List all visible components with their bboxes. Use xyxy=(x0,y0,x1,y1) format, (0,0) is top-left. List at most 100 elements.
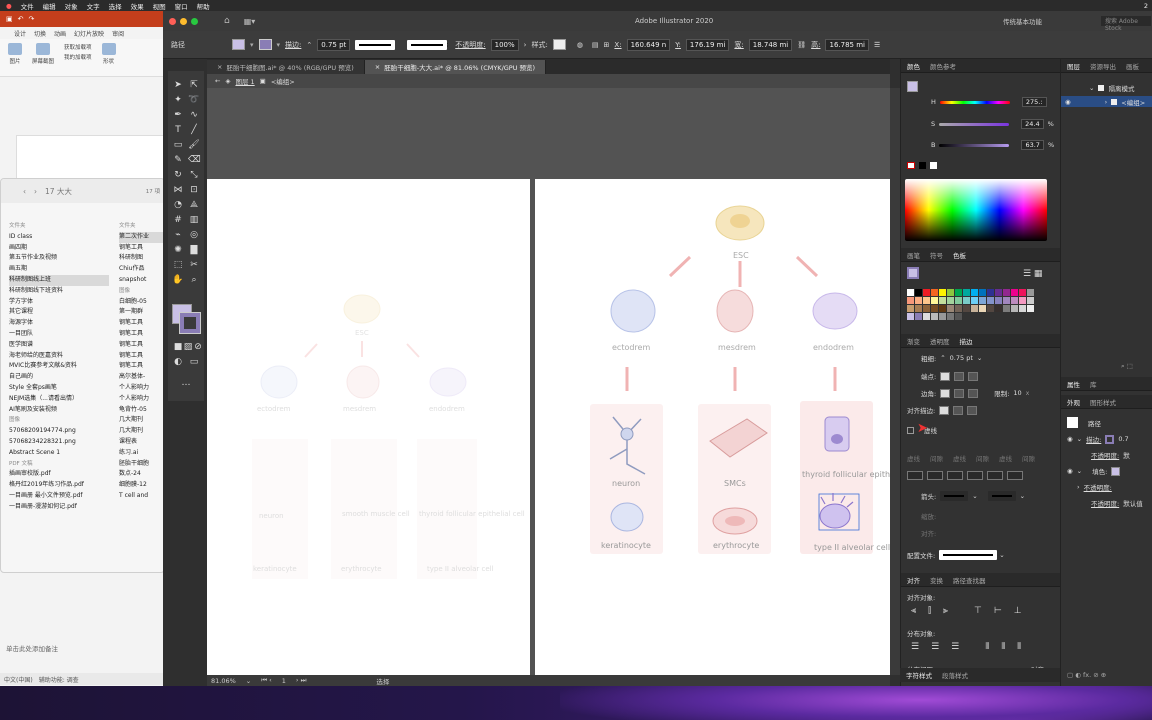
finder-folder-item[interactable]: 画四期 xyxy=(9,243,109,254)
swatch-grid[interactable] xyxy=(907,289,1034,320)
round-cap-button[interactable] xyxy=(954,371,965,381)
appearance-stroke-opacity[interactable]: 不透明度: 默 xyxy=(1091,450,1130,460)
swatch[interactable] xyxy=(907,305,914,312)
undo-icon[interactable]: ↶ xyxy=(18,15,24,23)
artboard-number[interactable]: 1 xyxy=(282,677,286,685)
stroke-weight-field[interactable]: 0.75 pt xyxy=(317,38,351,51)
tab-stroke[interactable]: 描边 xyxy=(960,336,973,346)
artboard-nav[interactable]: ⏮ ‹ xyxy=(261,676,272,685)
finder-file-item[interactable]: T cell and xyxy=(119,491,164,502)
swatch[interactable] xyxy=(1011,289,1018,296)
swatch[interactable] xyxy=(955,297,962,304)
swatch[interactable] xyxy=(923,313,930,320)
opacity-dropdown-icon[interactable]: › xyxy=(524,41,527,49)
swatch[interactable] xyxy=(1003,305,1010,312)
finder-file-item[interactable]: 插画审校版.pdf xyxy=(9,469,109,480)
finder-folder-item[interactable]: Style 全套ps画笔 xyxy=(9,383,109,394)
swatch[interactable] xyxy=(947,289,954,296)
brush-definition[interactable] xyxy=(407,39,448,50)
finder-file-item[interactable]: 57068234228321.png xyxy=(9,437,109,448)
swatch[interactable] xyxy=(939,305,946,312)
round-join-button[interactable] xyxy=(954,388,965,398)
finder-file-item[interactable]: Abstract Scene 1 xyxy=(9,448,109,459)
align-left-icon[interactable]: ⫷ xyxy=(911,606,916,616)
ppt-accessibility[interactable]: 辅助功能: 调查 xyxy=(39,675,79,684)
tab-libraries[interactable]: 库 xyxy=(1090,379,1097,389)
tab-properties[interactable]: 属性 xyxy=(1067,379,1080,389)
weight-value[interactable]: 0.75 pt xyxy=(950,354,973,362)
layer-row-isolation[interactable]: ⌄ 隔离模式 xyxy=(1089,83,1134,93)
shape-builder-tool-icon[interactable]: ◔ xyxy=(172,199,184,211)
graph-tool-icon[interactable]: ▇ xyxy=(188,244,200,256)
appearance-default-opacity[interactable]: 不透明度: 默认值 xyxy=(1091,498,1143,508)
artboard-right[interactable]: ESC ectodrem mesdrem endodrem neuron SMC… xyxy=(535,179,923,685)
finder-folder-item[interactable]: NEJM选集（...请看出情） xyxy=(9,394,109,405)
lasso-tool-icon[interactable]: ➰ xyxy=(188,94,200,106)
artboard-left[interactable]: ESC ectodrem mesdrem endodrem neuron smo… xyxy=(207,179,530,685)
swatch[interactable] xyxy=(995,289,1002,296)
swatch[interactable] xyxy=(963,313,970,320)
shaper-tool-icon[interactable]: ✎ xyxy=(172,154,184,166)
align-bottom-icon[interactable]: ⊥ xyxy=(1014,606,1022,616)
ppt-tab-transition[interactable]: 切换 xyxy=(34,29,46,38)
gap-field-3[interactable] xyxy=(1007,471,1023,480)
dist-bottom-icon[interactable]: ☰ xyxy=(951,642,959,652)
menu-help[interactable]: 帮助 xyxy=(197,1,210,11)
limit-value[interactable]: 10 xyxy=(1013,389,1021,397)
finder-folder-item[interactable]: 钢笔工具 xyxy=(119,243,164,254)
canvas-area[interactable]: ESC ectodrem mesdrem endodrem neuron smo… xyxy=(207,88,923,685)
zoom-window-icon[interactable] xyxy=(191,17,198,25)
appearance-stroke-value[interactable]: 0.7 xyxy=(1118,435,1128,443)
menu-type[interactable]: 文字 xyxy=(87,1,100,11)
swatch[interactable] xyxy=(1019,297,1026,304)
canvas-vertical-scrollbar[interactable] xyxy=(890,88,900,675)
none-black-white[interactable] xyxy=(907,162,937,169)
expand-icon[interactable]: › xyxy=(1077,483,1080,491)
slice-tool-icon[interactable]: ✂ xyxy=(188,259,200,271)
scale-tool-icon[interactable]: ⤡ xyxy=(188,169,200,181)
dash-field-1[interactable] xyxy=(907,471,923,480)
gap-field-1[interactable] xyxy=(927,471,943,480)
finder-folder-item[interactable]: 科研制图线上班 xyxy=(9,274,109,286)
rectangle-tool-icon[interactable]: ▭ xyxy=(172,139,184,151)
arrange-documents-icon[interactable]: ▦▾ xyxy=(244,17,256,26)
x-field[interactable]: 160.649 n xyxy=(626,38,671,51)
finder-file-item[interactable]: 钢笔工具 xyxy=(119,329,164,340)
visibility-eye-icon[interactable]: ◉ xyxy=(1067,467,1073,475)
tab-symbols[interactable]: 符号 xyxy=(930,250,943,260)
recolor-icon[interactable]: ◍ xyxy=(577,41,583,49)
tab-character-styles[interactable]: 字符样式 xyxy=(906,670,932,680)
finder-file-item[interactable]: 57068209194774.png xyxy=(9,426,109,437)
appearance-footer-icons[interactable]: ▢ ◐ fx. ⊘ ⊕ xyxy=(1067,671,1106,679)
swatch[interactable] xyxy=(915,297,922,304)
finder-file-item[interactable]: 一目画册 最小文件预览.pdf xyxy=(9,491,109,502)
none-mode-icon[interactable]: ⊘ xyxy=(192,341,204,353)
paintbrush-tool-icon[interactable]: 🖌 xyxy=(188,139,200,151)
ppt-shapes-button[interactable]: 形状 xyxy=(101,43,116,72)
appearance-fill-row[interactable]: ◉ ⌄ 填色: xyxy=(1067,466,1121,476)
layer-row-group[interactable]: ◉ › <编组> xyxy=(1061,96,1152,107)
ppt-tab-animation[interactable]: 动画 xyxy=(54,29,66,38)
close-tab-icon[interactable]: × xyxy=(217,63,222,71)
breadcrumb-group[interactable]: <编组> xyxy=(271,76,295,86)
line-tool-icon[interactable]: ╱ xyxy=(188,124,200,136)
saturation-field[interactable]: 24.4 xyxy=(1021,119,1044,129)
rotate-tool-icon[interactable]: ↻ xyxy=(172,169,184,181)
ppt-picture-button[interactable]: 图片 xyxy=(8,43,22,72)
dist-hcenter-icon[interactable]: ⦀ xyxy=(1001,642,1005,652)
align-icon[interactable]: ▤ xyxy=(592,41,599,49)
transform-icon[interactable]: ⊞ xyxy=(604,41,610,49)
finder-file-item[interactable]: 练习.ai xyxy=(119,448,164,459)
menu-view[interactable]: 视图 xyxy=(153,1,166,11)
ppt-notes-placeholder[interactable]: 单击此处添加备注 xyxy=(6,643,58,653)
eyedropper-tool-icon[interactable]: ⌁ xyxy=(172,229,184,241)
hue-slider[interactable] xyxy=(939,100,1010,104)
swatch[interactable] xyxy=(971,305,978,312)
swatch[interactable] xyxy=(939,289,946,296)
swatch[interactable] xyxy=(907,313,914,320)
tab-color[interactable]: 颜色 xyxy=(907,61,920,71)
tab-document-1[interactable]: × 胚胎干细胞图.ai* @ 40% (RGB/GPU 预览) xyxy=(207,60,365,74)
fill-stroke-widget[interactable] xyxy=(170,304,204,336)
swatch[interactable] xyxy=(931,305,938,312)
tab-transparency[interactable]: 透明度 xyxy=(930,336,950,346)
